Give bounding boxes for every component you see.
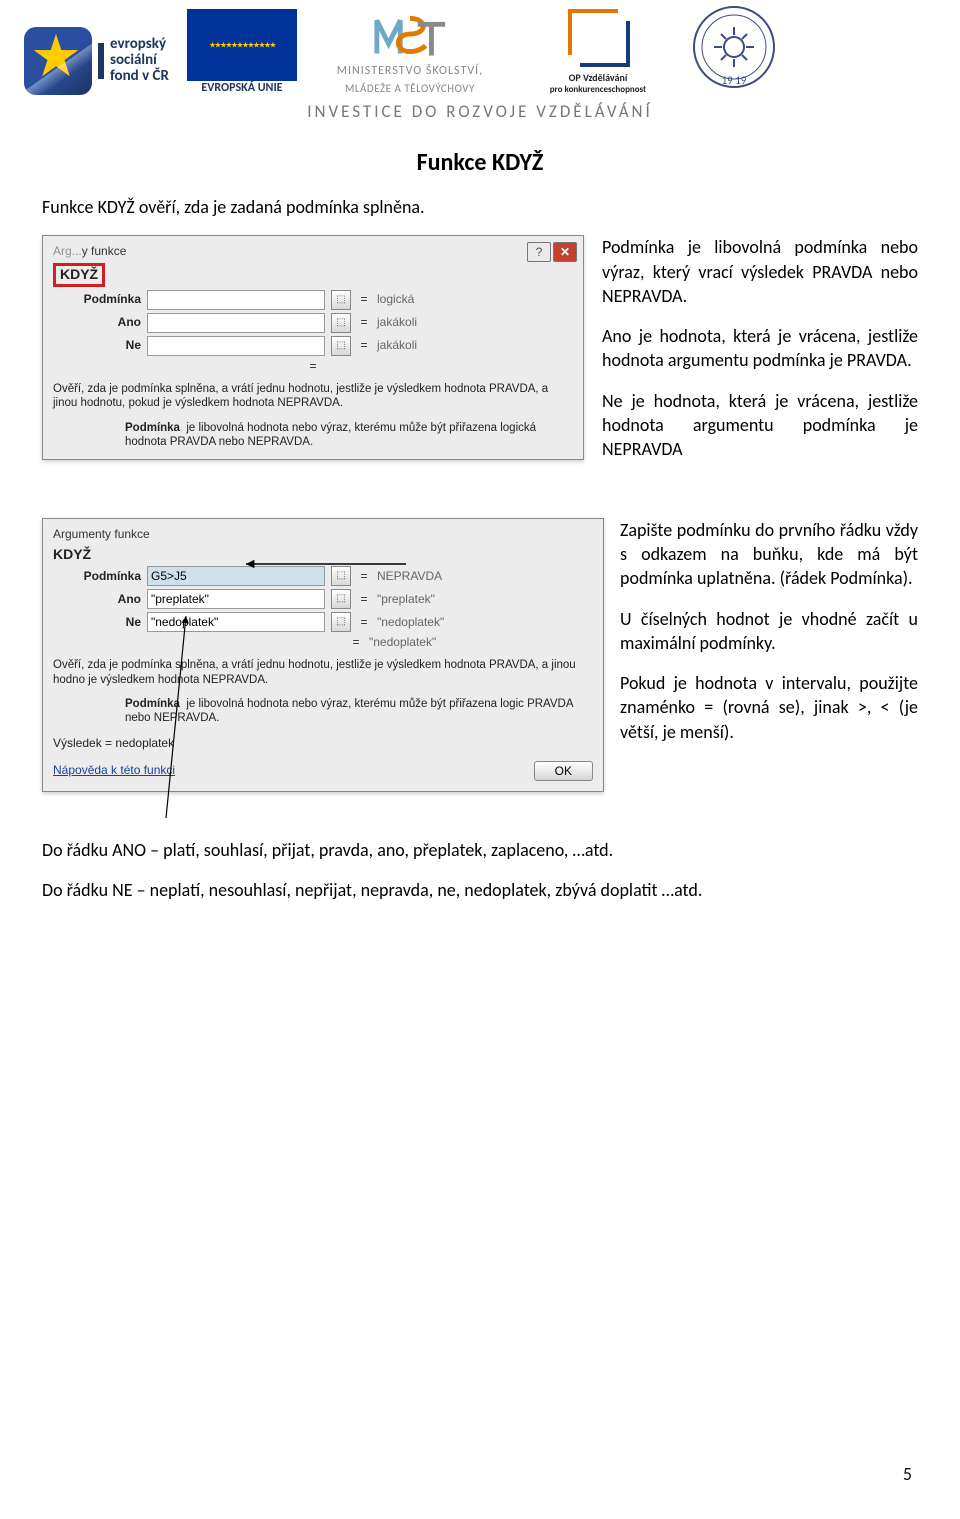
- side2-p3: Pokud je hodnota v intervalu, použijte z…: [620, 671, 918, 744]
- desc-sub-label: Podmínka: [125, 422, 180, 434]
- ref-picker-icon[interactable]: ⬚: [331, 313, 351, 333]
- arg-input-ano[interactable]: [147, 589, 325, 609]
- opvk-line1: OP Vzdělávání: [569, 71, 628, 84]
- desc-sub-text: je libovolná hodnota nebo výraz, kterému…: [125, 698, 573, 724]
- msmt-line2: MLÁDEŽE A TĚLOVÝCHOVY: [345, 82, 475, 95]
- ref-picker-icon[interactable]: ⬚: [331, 612, 351, 632]
- arg-right-ne: jakákoli: [377, 338, 417, 353]
- msmt-line1: MINISTERSTVO ŠKOLSTVÍ,: [337, 64, 483, 78]
- side2-p1: Zapište podmínku do prvního řádku vždy s…: [620, 518, 918, 591]
- arg-right-podminka: logická: [377, 292, 414, 307]
- result-label: Výsledek =: [53, 736, 112, 750]
- side1-p3: Ne je hodnota, která je vrácena, jestliž…: [602, 389, 918, 462]
- ref-picker-icon[interactable]: ⬚: [331, 589, 351, 609]
- esf-logo: evropský sociální fond v ČR: [24, 27, 169, 95]
- ok-button[interactable]: OK: [534, 761, 593, 781]
- side1-p2: Ano je hodnota, která je vrácena, jestli…: [602, 324, 918, 373]
- function-name-highlight: KDYŽ: [53, 263, 105, 287]
- arg-right-podminka: NEPRAVDA: [377, 569, 442, 584]
- arg-input-ne[interactable]: [147, 336, 325, 356]
- footer-line-ne: Do řádku NE – neplatí, nesouhlasí, nepři…: [42, 878, 918, 902]
- esf-star-icon: [24, 27, 92, 95]
- intro-text: Funkce KDYŽ ověří, zda je zadaná podmínk…: [42, 195, 918, 219]
- help-button[interactable]: ?: [527, 242, 551, 262]
- arg-label-ano: Ano: [53, 315, 141, 330]
- arg-right-ano: jakákoli: [377, 315, 417, 330]
- result-value: nedoplatek: [115, 736, 174, 750]
- arg-input-podminka[interactable]: [147, 290, 325, 310]
- help-link[interactable]: Nápověda k této funkci: [53, 763, 175, 778]
- side1-p1: Podmínka je libovolná podmínka nebo výra…: [602, 235, 918, 308]
- eu-flag-caption: EVROPSKÁ UNIE: [201, 81, 282, 95]
- opvk-line2: pro konkurenceschopnost: [550, 84, 646, 95]
- arg-right-ne: "nedoplatek": [377, 615, 444, 630]
- dialog-description: Ověří, zda je podmínka splněna, a vrátí …: [53, 658, 593, 726]
- ref-picker-icon[interactable]: ⬚: [331, 290, 351, 310]
- desc-sub-label: Podmínka: [125, 698, 180, 710]
- esf-logo-text: evropský sociální fond v ČR: [110, 37, 169, 84]
- msmt-logo: MINISTERSTVO ŠKOLSTVÍ, MLÁDEŽE A TĚLOVÝC…: [315, 12, 505, 95]
- crest-icon: 19 19: [691, 4, 777, 90]
- fn-args-dialog-filled: Argumenty funkce KDYŽ Podmínka ⬚ = NEPRA…: [42, 518, 604, 792]
- opvk-square-icon: [562, 7, 634, 71]
- arg-label-ne: Ne: [53, 615, 141, 630]
- dialog-section-label: Arg...y funkce: [53, 244, 573, 259]
- desc-sub-text: je libovolná hodnota nebo výraz, kterému…: [125, 422, 536, 448]
- header-logos: evropský sociální fond v ČR EVROPSKÁ UNI…: [0, 0, 960, 95]
- close-button[interactable]: ✕: [553, 242, 577, 262]
- eu-flag-icon: [187, 9, 297, 81]
- function-name: KDYŽ: [53, 546, 593, 564]
- footer-line-ano: Do řádku ANO – platí, souhlasí, přijat, …: [42, 838, 918, 862]
- arg-input-ano[interactable]: [147, 313, 325, 333]
- page-number: 5: [903, 1463, 912, 1485]
- crest-year: 19 19: [722, 74, 747, 87]
- school-crest-logo: 19 19: [691, 4, 777, 95]
- arg-input-podminka[interactable]: [147, 566, 325, 586]
- arg-label-podminka: Podmínka: [53, 569, 141, 584]
- page-title: Funkce KDYŽ: [42, 148, 918, 177]
- header-tagline: INVESTICE DO ROZVOJE VZDĚLÁVÁNÍ: [0, 101, 960, 122]
- arg-label-ne: Ne: [53, 338, 141, 353]
- dialog-description: Ověří, zda je podmínka splněna, a vrátí …: [53, 382, 573, 450]
- side2-p2: U číselných hodnot je vhodné začít u max…: [620, 607, 918, 656]
- arg-right-ano: "preplatek": [377, 592, 435, 607]
- arg-right-result: "nedoplatek": [369, 635, 436, 650]
- eu-flag-logo: EVROPSKÁ UNIE: [187, 9, 297, 95]
- fn-args-dialog-empty: ? ✕ Arg...y funkce KDYŽ Podmínka ⬚ = log…: [42, 235, 584, 460]
- arg-input-ne[interactable]: [147, 612, 325, 632]
- arg-label-ano: Ano: [53, 592, 141, 607]
- ref-picker-icon[interactable]: ⬚: [331, 336, 351, 356]
- opvk-logo: OP Vzdělávání pro konkurenceschopnost: [523, 7, 673, 95]
- result-eq: =: [306, 359, 320, 374]
- ref-picker-icon[interactable]: ⬚: [331, 566, 351, 586]
- dialog-section-label: Argumenty funkce: [53, 527, 593, 542]
- arg-label-podminka: Podmínka: [53, 292, 141, 307]
- msmt-icon: [371, 12, 449, 60]
